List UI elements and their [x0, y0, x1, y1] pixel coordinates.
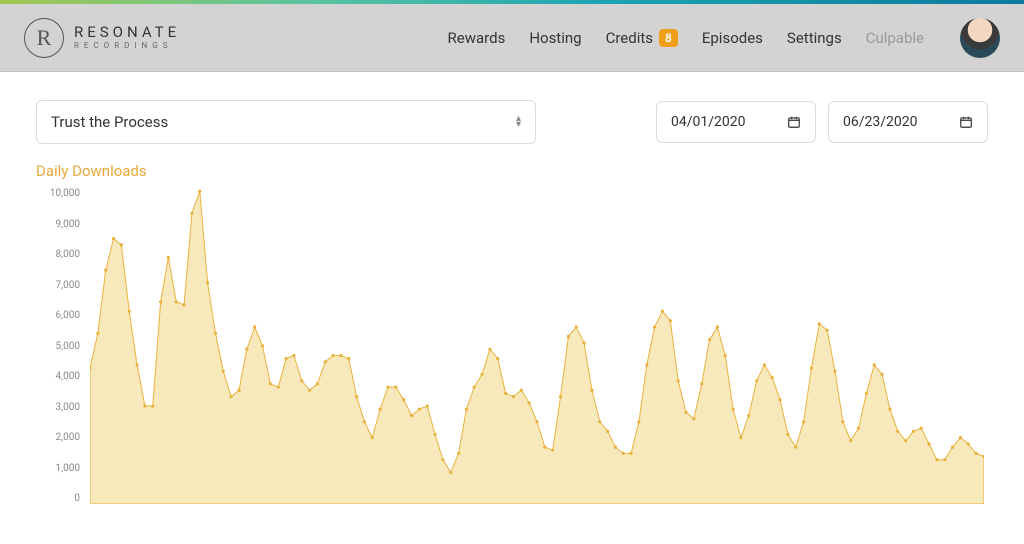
nav-credits[interactable]: Credits 8: [606, 29, 678, 47]
y-axis: 10,000 9,000 8,000 7,000 6,000 5,000 4,000 3,00…: [36, 188, 86, 504]
avatar[interactable]: [960, 18, 1000, 58]
nav-label: Episodes: [702, 29, 763, 47]
main-nav: Rewards Hosting Credits 8 Episodes Setti…: [448, 18, 1000, 58]
nav-rewards[interactable]: Rewards: [448, 29, 506, 47]
y-tick: 0: [74, 493, 80, 504]
nav-hosting[interactable]: Hosting: [529, 29, 581, 47]
y-tick: 1,000: [56, 463, 80, 474]
y-tick: 9,000: [56, 219, 80, 230]
app-header: R RESONATE RECORDINGS Rewards Hosting Cr…: [0, 4, 1024, 72]
y-tick: 3,000: [56, 402, 80, 413]
chevron-updown-icon: ▴▾: [516, 116, 521, 128]
y-tick: 2,000: [56, 432, 80, 443]
nav-episodes[interactable]: Episodes: [702, 29, 763, 47]
nav-label: Settings: [787, 29, 842, 47]
y-tick: 5,000: [56, 341, 80, 352]
controls-row: Trust the Process ▴▾ 04/01/2020 06/23/20…: [36, 100, 988, 144]
nav-settings[interactable]: Settings: [787, 29, 842, 47]
y-tick: 6,000: [56, 310, 80, 321]
y-tick: 4,000: [56, 371, 80, 382]
chart-plot-area: [90, 188, 984, 504]
chart-title: Daily Downloads: [36, 162, 988, 180]
date-to-value: 06/23/2020: [843, 114, 918, 130]
date-from-input[interactable]: 04/01/2020: [656, 101, 816, 143]
nav-culpable[interactable]: Culpable: [866, 29, 924, 47]
date-from-value: 04/01/2020: [671, 114, 746, 130]
logo-text: RESONATE RECORDINGS: [74, 25, 180, 50]
brand-name: RESONATE: [74, 25, 180, 40]
logo-mark-icon: R: [24, 18, 64, 58]
credits-badge: 8: [659, 29, 678, 47]
podcast-select[interactable]: Trust the Process ▴▾: [36, 100, 536, 144]
podcast-selected-label: Trust the Process: [51, 113, 168, 131]
nav-label: Culpable: [866, 29, 924, 47]
content: Trust the Process ▴▾ 04/01/2020 06/23/20…: [0, 72, 1024, 528]
nav-label: Credits: [606, 29, 653, 47]
nav-label: Hosting: [529, 29, 581, 47]
brand-logo[interactable]: R RESONATE RECORDINGS: [24, 18, 180, 58]
y-tick: 8,000: [56, 249, 80, 260]
calendar-icon: [787, 115, 801, 129]
calendar-icon: [959, 115, 973, 129]
daily-downloads-chart: 10,000 9,000 8,000 7,000 6,000 5,000 4,000 3,00…: [36, 188, 988, 528]
date-to-input[interactable]: 06/23/2020: [828, 101, 988, 143]
area-chart-svg: [90, 188, 984, 504]
nav-label: Rewards: [448, 29, 506, 47]
y-tick: 7,000: [56, 280, 80, 291]
y-tick: 10,000: [50, 188, 80, 199]
brand-sub: RECORDINGS: [74, 42, 180, 50]
